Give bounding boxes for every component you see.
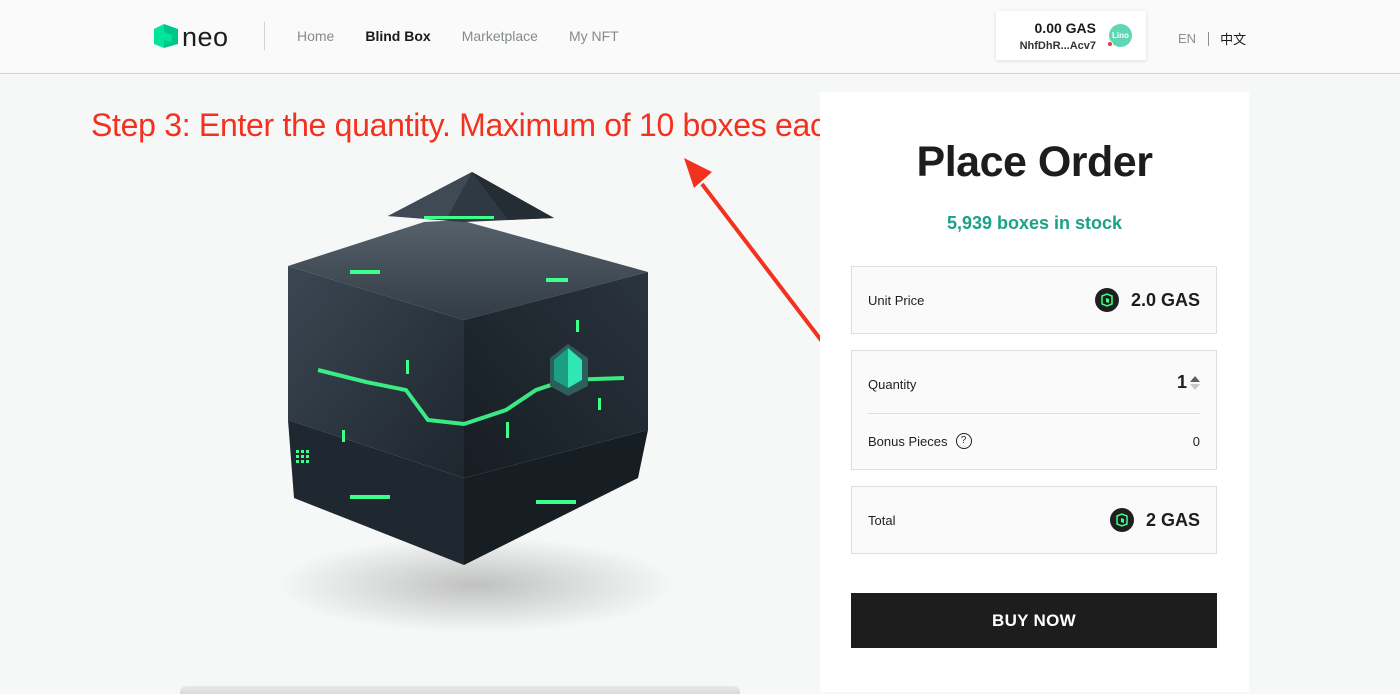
bonus-label-group: Bonus Pieces ? — [868, 433, 972, 449]
main-nav: Home Blind Box Marketplace My NFT — [297, 28, 650, 44]
quantity-label: Quantity — [868, 377, 917, 392]
language-switcher: EN 中文 — [1178, 29, 1246, 48]
status-dot — [1107, 41, 1113, 47]
unit-price-label: Unit Price — [868, 293, 925, 308]
page-title: Place Order — [916, 138, 1153, 186]
chevron-up-icon[interactable] — [1190, 375, 1200, 382]
lang-divider — [1208, 31, 1210, 46]
quantity-stepper — [1147, 372, 1200, 393]
wallet-address: NhfDhR...Acv7 — [1019, 40, 1096, 52]
buy-now-button[interactable]: BUY NOW — [851, 593, 1217, 648]
help-icon[interactable]: ? — [955, 433, 972, 449]
nav-marketplace[interactable]: Marketplace — [462, 28, 538, 44]
quantity-row: Quantity Bonus Pieces ? 0 — [851, 350, 1217, 470]
mystery-box-image — [276, 172, 676, 633]
gas-coin-icon — [1094, 288, 1119, 312]
nav-blind-box[interactable]: Blind Box — [365, 28, 430, 44]
brand-name: neo — [182, 21, 229, 52]
bonus-label: Bonus Pieces — [868, 433, 948, 449]
divider — [868, 413, 1200, 414]
step-annotation: Step 3: Enter the quantity. Maximum of 1… — [91, 107, 926, 143]
chevron-down-icon[interactable] — [1190, 383, 1200, 390]
bonus-value: 0 — [1192, 434, 1200, 449]
header-divider — [264, 22, 265, 50]
stock-count: 5,939 boxes in stock — [946, 213, 1123, 233]
total-row: Total 2 GAS — [851, 486, 1217, 554]
bottom-shadow — [180, 686, 740, 694]
stepper-controls — [1190, 375, 1200, 390]
total-value-group: 2 GAS — [1109, 508, 1200, 532]
lang-en[interactable]: EN — [1178, 31, 1196, 46]
wallet-balance: 0.00 GAS — [1034, 20, 1096, 36]
lang-zh[interactable]: 中文 — [1220, 29, 1246, 48]
place-order-panel: Place Order 5,939 boxes in stock Unit Pr… — [820, 92, 1249, 692]
unit-price-value: 2.0 GAS — [1130, 289, 1200, 310]
quantity-input[interactable] — [1147, 372, 1187, 393]
top-header: neo Home Blind Box Marketplace My NFT 0.… — [0, 0, 1400, 74]
unit-price-value-group: 2.0 GAS — [1094, 288, 1200, 312]
total-value: 2 GAS — [1145, 509, 1200, 530]
neo-logo-icon — [154, 24, 178, 48]
wallet-widget[interactable]: 0.00 GAS NhfDhR...Acv7 Lino — [996, 11, 1146, 60]
nav-home[interactable]: Home — [297, 28, 334, 44]
total-label: Total — [868, 513, 896, 528]
nav-my-nft[interactable]: My NFT — [569, 28, 619, 44]
unit-price-row: Unit Price 2.0 GAS — [851, 266, 1217, 334]
gas-coin-icon — [1109, 508, 1134, 532]
neo-logo[interactable]: neo — [152, 22, 229, 52]
